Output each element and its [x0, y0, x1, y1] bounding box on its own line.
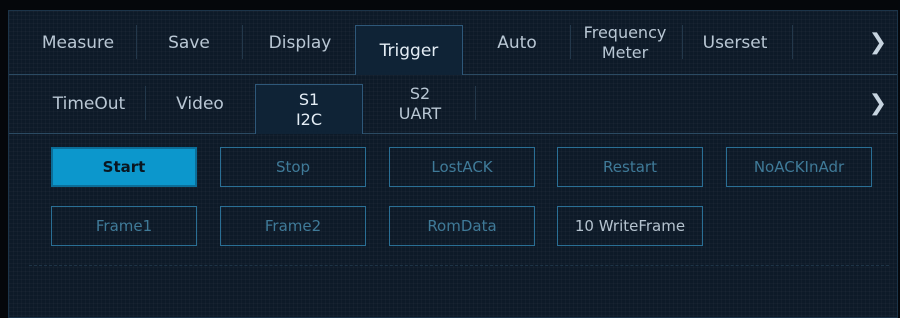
tab-frequency-meter[interactable]: Frequency Meter: [571, 11, 679, 74]
tab-trigger[interactable]: Trigger: [355, 25, 463, 75]
tab-display[interactable]: Display: [245, 11, 355, 74]
tab-label: Video: [176, 93, 224, 114]
lostack-button[interactable]: LostACK: [389, 147, 535, 187]
button-label: Frame2: [264, 217, 322, 235]
tab-label-line2: Meter: [601, 42, 649, 62]
tab-s2-uart[interactable]: S2 UART: [367, 74, 473, 133]
frame1-button[interactable]: Frame1: [51, 206, 197, 246]
tab-timeout[interactable]: TimeOut: [37, 74, 141, 133]
chevron-right-icon: ❯: [868, 91, 887, 116]
frame2-button[interactable]: Frame2: [220, 206, 366, 246]
tab-label: Measure: [41, 32, 115, 53]
trigger-settings-panel: Measure Save Display Trigger Auto Freque…: [8, 10, 898, 318]
restart-button[interactable]: Restart: [557, 147, 703, 187]
chevron-right-icon: ❯: [868, 30, 887, 55]
button-label: RomData: [427, 217, 497, 235]
button-label: Start: [102, 158, 146, 176]
button-label: Stop: [275, 158, 311, 176]
button-label: NoACKInAdr: [753, 158, 845, 176]
tab-label-line1: Frequency: [583, 22, 667, 42]
tab-measure[interactable]: Measure: [23, 11, 133, 74]
trigger-type-tab-bar: TimeOut Video S1 I2C S2 UART ❯: [9, 74, 897, 134]
next-page-chevron-icon[interactable]: ❯: [869, 74, 887, 133]
tab-label: Display: [268, 32, 332, 53]
main-menu-tab-bar: Measure Save Display Trigger Auto Freque…: [9, 11, 897, 75]
tab-label: Save: [168, 32, 210, 53]
start-button[interactable]: Start: [51, 147, 197, 187]
tab-label-line1: S1: [298, 89, 320, 109]
noackinadr-button[interactable]: NoACKInAdr: [726, 147, 872, 187]
tab-label: Trigger: [379, 40, 439, 61]
tab-label-line2: I2C: [295, 109, 323, 129]
button-label: Restart: [603, 158, 657, 176]
romdata-button[interactable]: RomData: [389, 206, 535, 246]
tab-label-line2: UART: [398, 103, 442, 123]
stop-button[interactable]: Stop: [220, 147, 366, 187]
button-label: Frame1: [95, 217, 153, 235]
tab-label: Userset: [702, 32, 768, 53]
tab-label: TimeOut: [52, 93, 126, 114]
tab-auto[interactable]: Auto: [467, 11, 567, 74]
next-page-chevron-icon[interactable]: ❯: [869, 11, 887, 74]
divider: [29, 265, 889, 266]
tab-label-line1: S2: [409, 83, 431, 103]
tab-userset[interactable]: Userset: [685, 11, 785, 74]
tab-s1-i2c[interactable]: S1 I2C: [255, 84, 363, 134]
i2c-trigger-condition-grid: Start Stop LostACK Restart NoACKInAdr Fr…: [9, 134, 897, 254]
tab-save[interactable]: Save: [139, 11, 239, 74]
10-writeframe-button[interactable]: 10 WriteFrame: [557, 206, 703, 246]
tab-label: Auto: [497, 32, 537, 53]
tab-video[interactable]: Video: [149, 74, 251, 133]
button-label: 10 WriteFrame: [574, 217, 686, 235]
button-label: LostACK: [431, 158, 493, 176]
